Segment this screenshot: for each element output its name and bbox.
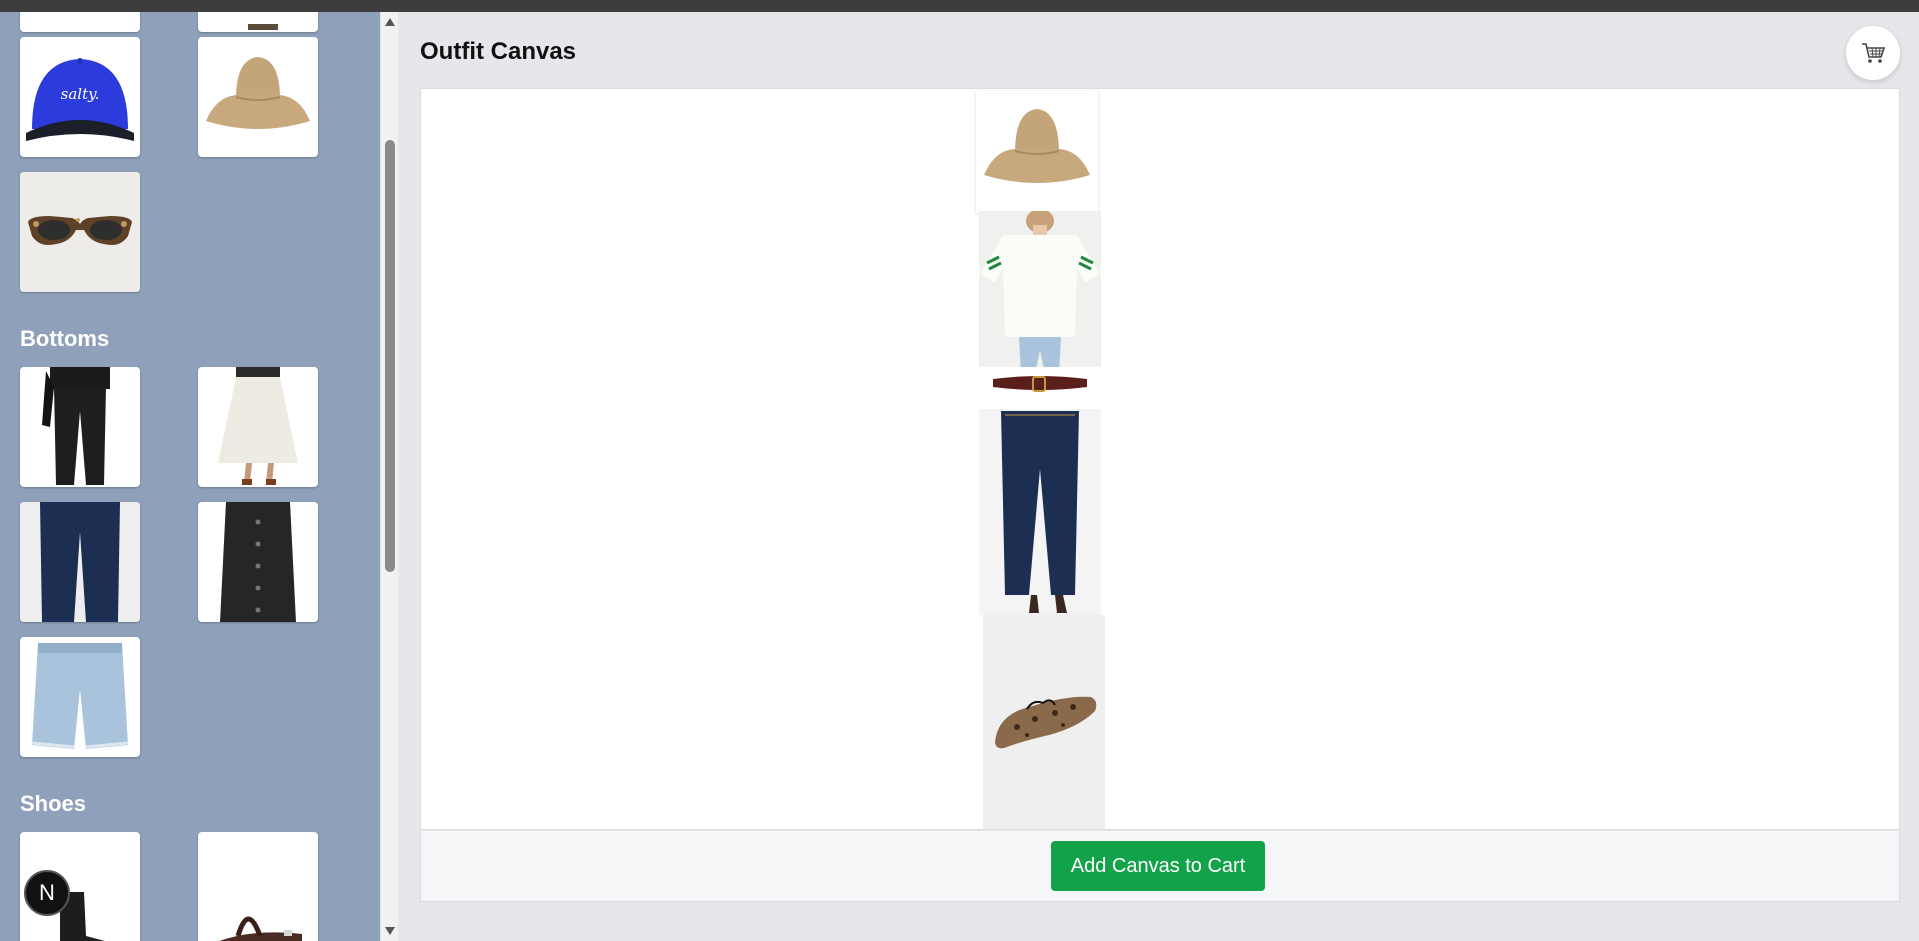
product-sidebar: salty. Bottoms Shoes (0, 12, 380, 941)
product-thumb-brown-sandals[interactable] (198, 832, 318, 941)
cap-logo-text: salty. (61, 85, 100, 103)
product-thumb-black-button-skirt[interactable] (198, 502, 318, 622)
product-thumb-white-skirt[interactable] (198, 367, 318, 487)
n-avatar-badge[interactable]: N (24, 870, 70, 916)
cart-icon (1862, 43, 1886, 63)
window-top-bar (0, 0, 1919, 12)
canvas-item-leopard-flat[interactable] (983, 615, 1105, 829)
canvas-item-wide-leg-jeans[interactable] (979, 409, 1101, 615)
canvas-item-striped-tee[interactable] (979, 211, 1101, 373)
product-thumb-straw-hat[interactable] (198, 37, 318, 157)
outfit-canvas[interactable] (420, 88, 1900, 830)
product-thumb-partial-1[interactable] (20, 12, 140, 32)
canvas-footer: Add Canvas to Cart (420, 830, 1900, 902)
main-area: Outfit Canvas Add Canvas to Cart (398, 12, 1919, 941)
product-thumb-wide-leg-jeans[interactable] (20, 502, 140, 622)
sidebar-scrollbar[interactable] (380, 12, 398, 941)
add-canvas-to-cart-button[interactable]: Add Canvas to Cart (1051, 841, 1265, 891)
product-thumb-tortoise-sunglasses[interactable] (20, 172, 140, 292)
product-thumb-black-trousers[interactable] (20, 367, 140, 487)
canvas-item-straw-hat[interactable] (976, 91, 1098, 213)
page-title: Outfit Canvas (420, 38, 577, 65)
product-thumb-denim-shorts[interactable] (20, 637, 140, 757)
canvas-item-belt[interactable] (979, 367, 1101, 401)
cart-button[interactable] (1846, 26, 1900, 80)
scrollbar-thumb[interactable] (385, 140, 395, 572)
product-thumb-partial-2[interactable] (198, 12, 318, 32)
section-title-bottoms: Bottoms (20, 326, 110, 351)
product-thumb-blue-cap[interactable]: salty. (20, 37, 140, 157)
section-title-shoes: Shoes (20, 791, 87, 816)
scroll-up-arrow-icon[interactable] (385, 18, 395, 26)
scroll-down-arrow-icon[interactable] (385, 927, 395, 935)
